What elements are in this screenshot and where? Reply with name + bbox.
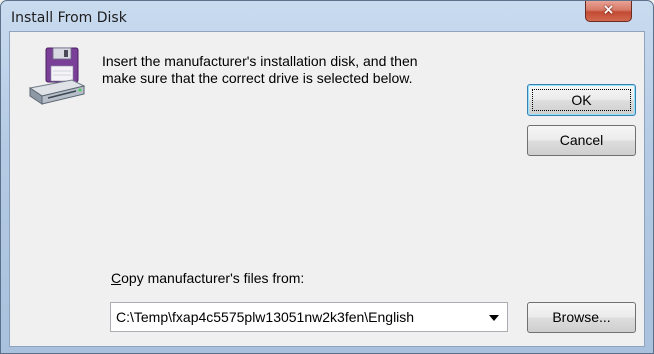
- chevron-down-icon[interactable]: [489, 315, 499, 321]
- cancel-button[interactable]: Cancel: [527, 125, 636, 156]
- install-from-disk-window: Install From Disk × Insert the manufactu…: [0, 0, 654, 354]
- copy-from-path[interactable]: C:\Temp\fxap4c5575plw13051nw2k3fen\Engli…: [116, 309, 414, 325]
- browse-button[interactable]: Browse...: [527, 302, 636, 333]
- copy-from-label: Copy manufacturer's files from:: [111, 270, 305, 286]
- close-button[interactable]: ×: [585, 1, 632, 22]
- browse-button-label: Browse...: [552, 309, 611, 325]
- copy-from-combobox[interactable]: C:\Temp\fxap4c5575plw13051nw2k3fen\Engli…: [110, 302, 508, 332]
- floppy-disk-drive-icon: [28, 47, 86, 105]
- instruction-text: Insert the manufacturer's installation d…: [102, 53, 502, 87]
- close-icon: ×: [602, 2, 615, 18]
- window-title: Install From Disk: [11, 10, 127, 26]
- title-bar[interactable]: Install From Disk ×: [1, 1, 653, 31]
- instruction-line-1: Insert the manufacturer's installation d…: [102, 53, 418, 69]
- ok-button-label: OK: [571, 92, 592, 108]
- ok-button[interactable]: OK: [527, 84, 636, 116]
- cancel-button-label: Cancel: [559, 132, 604, 148]
- instruction-line-2: make sure that the correct drive is sele…: [102, 70, 413, 86]
